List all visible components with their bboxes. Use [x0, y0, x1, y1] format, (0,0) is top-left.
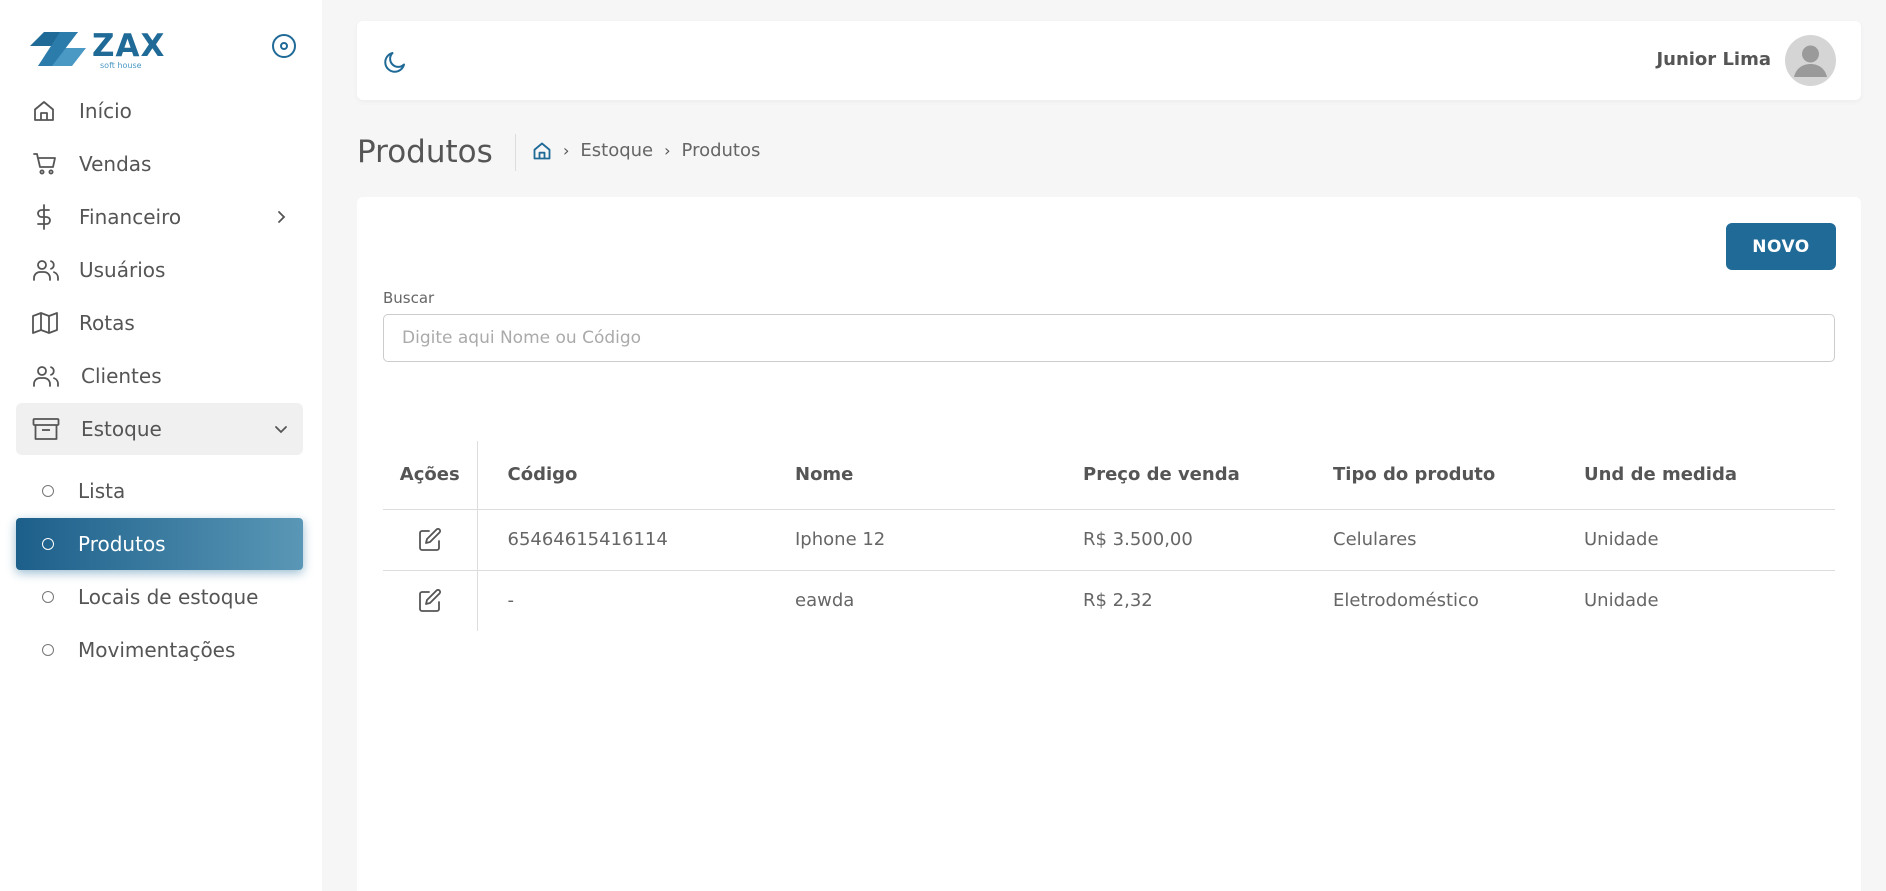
row-actions — [383, 509, 478, 571]
table-row: - eawda R$ 2,32 Eletrodoméstico Unidade … — [383, 570, 1835, 631]
row-actions — [383, 570, 478, 631]
cell-nome: eawda — [765, 570, 1053, 631]
page-title: Produtos — [357, 134, 493, 170]
sidebar-item-label: Estoque — [81, 417, 162, 441]
search-input[interactable] — [383, 314, 1835, 362]
sidebar-item-inicio[interactable]: Início — [16, 85, 303, 137]
column-header-codigo[interactable]: Código — [477, 441, 765, 510]
toggle-dot-icon — [280, 42, 288, 50]
circle-icon — [42, 538, 54, 550]
new-product-button[interactable]: NOVO — [1726, 223, 1836, 270]
sidebar-item-label: Clientes — [81, 364, 162, 388]
column-header-acoes: Ações — [383, 441, 478, 510]
sidebar-subitem-label: Produtos — [78, 532, 166, 556]
edit-icon[interactable] — [418, 527, 442, 552]
user-avatar-icon — [1794, 45, 1827, 77]
sidebar-item-label: Rotas — [79, 311, 135, 335]
brand-name: ZAX — [92, 28, 166, 64]
chevron-right-icon — [278, 211, 286, 223]
sidebar-subitem-produtos[interactable]: Produtos — [16, 518, 303, 570]
sidebar-subitem-locais-de-estoque[interactable]: Locais de estoque — [16, 571, 303, 623]
zax-logo-icon — [30, 32, 86, 66]
home-icon — [32, 98, 68, 124]
cell-unidade: Unidade — [1554, 570, 1805, 631]
breadcrumb: › Estoque › Produtos — [532, 140, 760, 161]
cell-tipo: Celulares — [1303, 509, 1554, 571]
cell-preco: R$ 2,32 — [1053, 570, 1303, 631]
circle-icon — [42, 644, 54, 656]
sidebar-item-label: Usuários — [79, 258, 166, 282]
sidebar-item-label: Financeiro — [79, 205, 182, 229]
circle-icon — [42, 485, 54, 497]
home-icon[interactable] — [532, 141, 552, 161]
chevron-down-icon — [275, 426, 287, 434]
sidebar-subitem-label: Lista — [78, 479, 126, 503]
circle-icon — [42, 591, 54, 603]
sidebar-item-clientes[interactable]: Clientes — [16, 350, 303, 402]
cell-extra: - — [1805, 509, 1835, 571]
table-row: 65464615416114 Iphone 12 R$ 3.500,00 Cel… — [383, 509, 1835, 571]
map-icon — [32, 310, 68, 336]
sidebar-subitem-label: Movimentações — [78, 638, 236, 662]
breadcrumb-item: Produtos — [681, 140, 761, 161]
users-icon — [32, 257, 68, 283]
column-header-truncated[interactable]: C — [1805, 441, 1835, 510]
cell-extra: - — [1805, 570, 1835, 631]
cell-unidade: Unidade — [1554, 509, 1805, 571]
edit-icon[interactable] — [418, 588, 442, 613]
users-icon — [32, 363, 68, 389]
cell-preco: R$ 3.500,00 — [1053, 509, 1303, 571]
chevron-right-icon: › — [563, 141, 570, 160]
column-header-preco[interactable]: Preço de venda — [1053, 441, 1303, 510]
column-header-unidade[interactable]: Und de medida — [1554, 441, 1805, 510]
column-header-nome[interactable]: Nome — [765, 441, 1053, 510]
title-divider — [515, 134, 516, 171]
sidebar-subitem-label: Locais de estoque — [78, 585, 259, 609]
sidebar-item-rotas[interactable]: Rotas — [16, 297, 303, 349]
products-table: Ações Código Nome Preço de venda Tipo do… — [383, 441, 1835, 631]
chevron-right-icon: › — [664, 141, 671, 160]
sidebar-item-label: Vendas — [79, 152, 152, 176]
cell-nome: Iphone 12 — [765, 509, 1053, 571]
cell-tipo: Eletrodoméstico — [1303, 570, 1554, 631]
breadcrumb-item[interactable]: Estoque — [580, 140, 653, 161]
dollar-icon — [32, 204, 68, 230]
moon-icon[interactable] — [382, 49, 408, 75]
sidebar-item-financeiro[interactable]: Financeiro — [16, 191, 303, 243]
search-label: Buscar — [383, 289, 435, 307]
archive-icon — [32, 416, 68, 442]
user-name[interactable]: Junior Lima — [1656, 49, 1771, 70]
sidebar-item-vendas[interactable]: Vendas — [16, 138, 303, 190]
sidebar-subitem-lista[interactable]: Lista — [16, 465, 303, 517]
sidebar: ZAX soft house Início Vendas Financeiro … — [0, 0, 322, 891]
sidebar-item-label: Início — [79, 99, 132, 123]
brand-logo[interactable]: ZAX soft house — [30, 30, 165, 70]
sidebar-pin-toggle[interactable] — [272, 34, 296, 58]
table-header-row: Ações Código Nome Preço de venda Tipo do… — [383, 441, 1835, 510]
sidebar-item-usuarios[interactable]: Usuários — [16, 244, 303, 296]
sidebar-subitem-movimentacoes[interactable]: Movimentações — [16, 624, 303, 676]
cell-codigo: 65464615416114 — [477, 509, 765, 571]
topbar: Junior Lima — [357, 21, 1861, 100]
cart-icon — [32, 151, 68, 177]
sidebar-item-estoque[interactable]: Estoque — [16, 403, 303, 455]
products-card: NOVO Buscar Ações Código Nome Preço de v… — [357, 197, 1861, 891]
cell-codigo: - — [477, 570, 765, 631]
column-header-tipo[interactable]: Tipo do produto — [1303, 441, 1554, 510]
avatar[interactable] — [1785, 35, 1836, 86]
